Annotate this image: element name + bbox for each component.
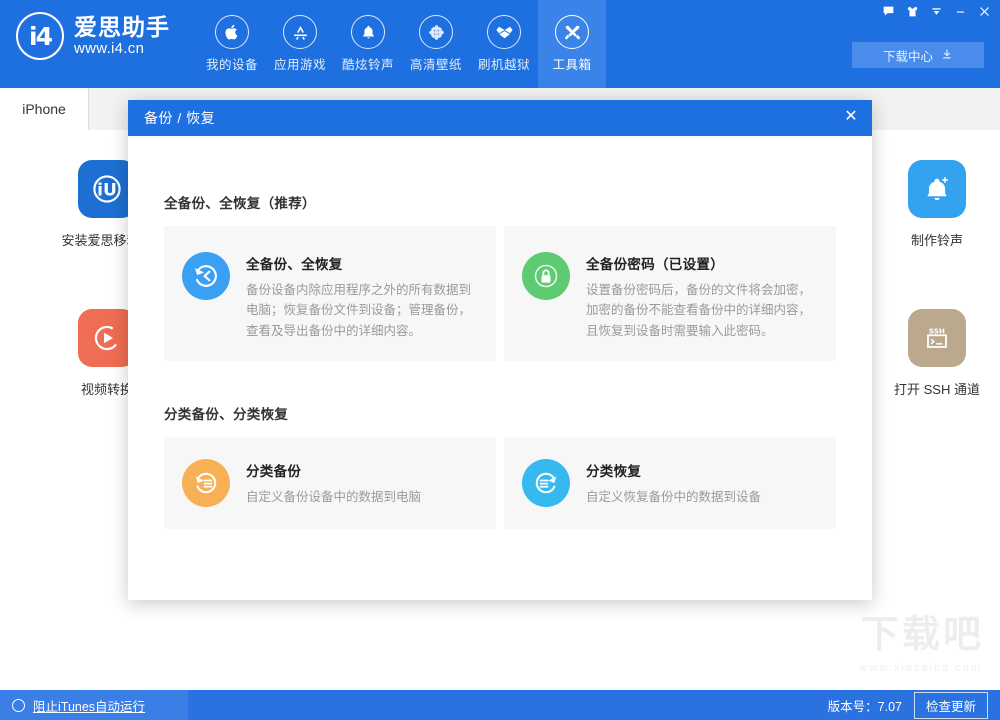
chevron-down-icon[interactable] [924,0,948,22]
nav-label: 工具箱 [552,54,591,73]
nav-item-apps-games[interactable]: 应用游戏 [266,0,334,88]
dialog-body: 全备份、全恢复（推荐） 全备份、全恢复 备份设备内除应用程序之外的所有数据到电脑 [128,136,872,529]
download-icon [941,48,953,63]
card-description: 设置备份密码后，备份的文件将会加密，加密的备份不能查看备份中的详细内容，且恢复到… [586,280,818,341]
card-title: 全备份、全恢复 [246,253,478,273]
radio-icon[interactable] [12,699,25,712]
skin-icon[interactable] [900,0,924,22]
bell-icon [351,15,385,49]
category-restore-icon [522,459,570,507]
card-full-backup-restore[interactable]: 全备份、全恢复 备份设备内除应用程序之外的所有数据到电脑；恢复备份文件到设备；管… [164,226,496,361]
tab-iphone-label: iPhone [22,101,66,117]
section-spacer [164,361,836,403]
dialog-close-button[interactable]: ✕ [838,104,864,128]
tool-label: 打开 SSH 通道 [894,379,980,398]
main-navigation: 我的设备 应用游戏 酷炫铃声 [198,0,606,88]
brand-mark-icon: i4 [16,12,64,60]
card-title: 全备份密码（已设置） [586,253,818,273]
card-title: 分类恢复 [586,460,761,480]
apple-icon [215,15,249,49]
nav-item-wallpapers[interactable]: 高清壁纸 [402,0,470,88]
tool-open-ssh[interactable]: SSH 打开 SSH 通道 [854,309,1000,398]
card-description: 自定义恢复备份中的数据到设备 [586,487,761,507]
ringtone-icon [908,160,966,218]
download-center-label: 下载中心 [883,46,933,65]
full-backup-card-row: 全备份、全恢复 备份设备内除应用程序之外的所有数据到电脑；恢复备份文件到设备；管… [164,226,836,361]
category-card-row: 分类备份 自定义备份设备中的数据到电脑 分类恢复 [164,437,836,529]
section-title-category-backup: 分类备份、分类恢复 [164,403,836,423]
appstore-icon [283,15,317,49]
title-bar: i4 爱思助手 www.i4.cn 我的设备 应用游戏 [0,0,1000,88]
card-text: 分类备份 自定义备份设备中的数据到电脑 [246,459,421,507]
dialog-header: 备份 / 恢复 ✕ [128,100,872,136]
minimize-icon[interactable] [948,0,972,22]
nav-label: 酷炫铃声 [342,54,394,73]
block-itunes-label: 阻止iTunes自动运行 [33,696,145,715]
tool-label: 制作铃声 [911,230,963,249]
card-text: 全备份密码（已设置） 设置备份密码后，备份的文件将会加密，加密的备份不能查看备份… [586,252,818,341]
section-title-full-backup: 全备份、全恢复（推荐） [164,192,836,212]
brand-logo[interactable]: i4 爱思助手 www.i4.cn [16,12,170,60]
brand-text: 爱思助手 www.i4.cn [74,15,170,57]
backup-restore-dialog: 备份 / 恢复 ✕ 全备份、全恢复（推荐） [128,100,872,600]
version-label: 版本号：7.07 [828,696,902,715]
card-description: 备份设备内除应用程序之外的所有数据到电脑；恢复备份文件到设备；管理备份，查看及导… [246,280,478,341]
nav-item-flash-jailbreak[interactable]: 刷机越狱 [470,0,538,88]
category-backup-icon [182,459,230,507]
status-bar: 阻止iTunes自动运行 版本号：7.07 检查更新 [0,690,1000,720]
tool-make-ringtone[interactable]: 制作铃声 [854,160,1000,249]
flower-icon [419,15,453,49]
full-backup-icon [182,252,230,300]
watermark-text: 下载吧 [861,603,984,658]
close-icon[interactable] [972,0,996,22]
card-category-restore[interactable]: 分类恢复 自定义恢复备份中的数据到设备 [504,437,836,529]
nav-item-toolbox[interactable]: 工具箱 [538,0,606,88]
card-description: 自定义备份设备中的数据到电脑 [246,487,421,507]
dialog-title: 备份 / 恢复 [144,108,215,128]
nav-label: 刷机越狱 [478,54,530,73]
box-icon [487,15,521,49]
brand-name: 爱思助手 [74,15,170,39]
svg-text:SSH: SSH [929,327,945,336]
feedback-icon[interactable] [876,0,900,22]
check-update-button[interactable]: 检查更新 [914,692,988,719]
block-itunes-toggle[interactable]: 阻止iTunes自动运行 [0,690,188,720]
card-text: 全备份、全恢复 备份设备内除应用程序之外的所有数据到电脑；恢复备份文件到设备；管… [246,252,478,341]
card-category-backup[interactable]: 分类备份 自定义备份设备中的数据到电脑 [164,437,496,529]
window-controls [876,0,996,22]
brand-url: www.i4.cn [74,41,170,57]
ssh-icon: SSH [908,309,966,367]
tools-icon [555,15,589,49]
nav-label: 应用游戏 [274,54,326,73]
card-title: 分类备份 [246,460,421,480]
status-bar-right: 版本号：7.07 检查更新 [828,692,1000,719]
download-center-button[interactable]: 下载中心 [852,42,984,68]
nav-item-my-device[interactable]: 我的设备 [198,0,266,88]
card-text: 分类恢复 自定义恢复备份中的数据到设备 [586,459,761,507]
watermark-subtext: www.xiazaiba.com [860,662,982,674]
lock-icon [522,252,570,300]
nav-item-ringtones[interactable]: 酷炫铃声 [334,0,402,88]
nav-label: 高清壁纸 [410,54,462,73]
svg-text:iU: iU [97,180,117,200]
nav-label: 我的设备 [206,54,258,73]
application-window: i4 爱思助手 www.i4.cn 我的设备 应用游戏 [0,0,1000,720]
card-backup-password[interactable]: 全备份密码（已设置） 设置备份密码后，备份的文件将会加密，加密的备份不能查看备份… [504,226,836,361]
tab-iphone[interactable]: iPhone [0,88,89,130]
tool-label: 视频转换 [81,379,133,398]
